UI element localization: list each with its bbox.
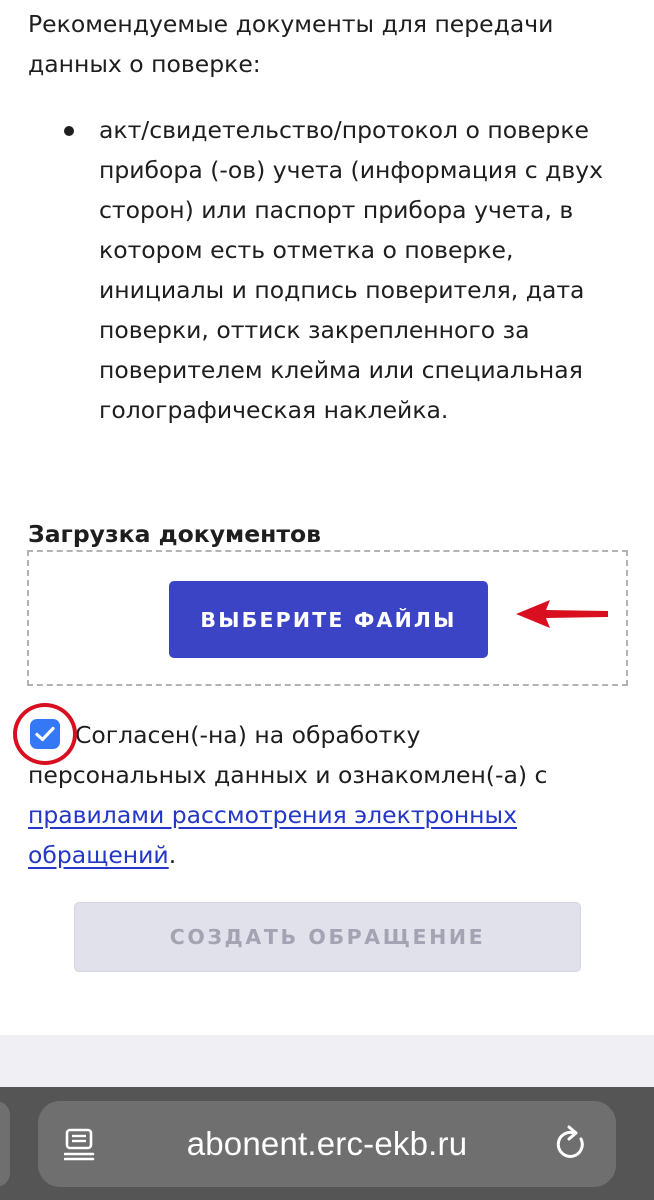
page-footer xyxy=(0,1035,654,1087)
choose-files-button[interactable]: ВЫБЕРИТЕ ФАЙЛЫ xyxy=(169,581,488,658)
list-item-text: акт/свидетельство/протокол о поверке при… xyxy=(99,116,604,424)
browser-toolbar: abonent.erc-ekb.ru xyxy=(0,1087,654,1200)
address-bar[interactable]: abonent.erc-ekb.ru xyxy=(38,1101,616,1187)
arrow-left-icon xyxy=(516,600,608,628)
list-item: акт/свидетельство/протокол о поверке при… xyxy=(28,110,638,430)
consent-line-1: Согласен(-на) на обработку xyxy=(75,721,421,749)
bullet-icon xyxy=(64,126,74,136)
consent-line-2: персональных данных и ознакомлен(-а) с xyxy=(28,761,548,789)
consent-text: Согласен(-на) на обработку персональных … xyxy=(28,715,628,875)
consent-trailing: . xyxy=(168,841,177,869)
documents-list: акт/свидетельство/протокол о поверке при… xyxy=(28,110,638,430)
consent-line-3: правилами рассмотрения электронных обращ… xyxy=(28,795,628,875)
create-request-button[interactable]: СОЗДАТЬ ОБРАЩЕНИЕ xyxy=(74,902,581,972)
rules-link[interactable]: правилами рассмотрения электронных обращ… xyxy=(28,801,517,869)
recommended-documents-heading: Рекомендуемые документы для передачи дан… xyxy=(28,10,554,78)
highlight-circle xyxy=(13,703,77,765)
reload-icon[interactable] xyxy=(554,1125,590,1163)
upload-section-title: Загрузка документов xyxy=(28,520,322,548)
url-text[interactable]: abonent.erc-ekb.ru xyxy=(38,1101,616,1187)
previous-tab-edge[interactable] xyxy=(0,1101,10,1187)
page-content: Рекомендуемые документы для передачи дан… xyxy=(0,0,654,1035)
